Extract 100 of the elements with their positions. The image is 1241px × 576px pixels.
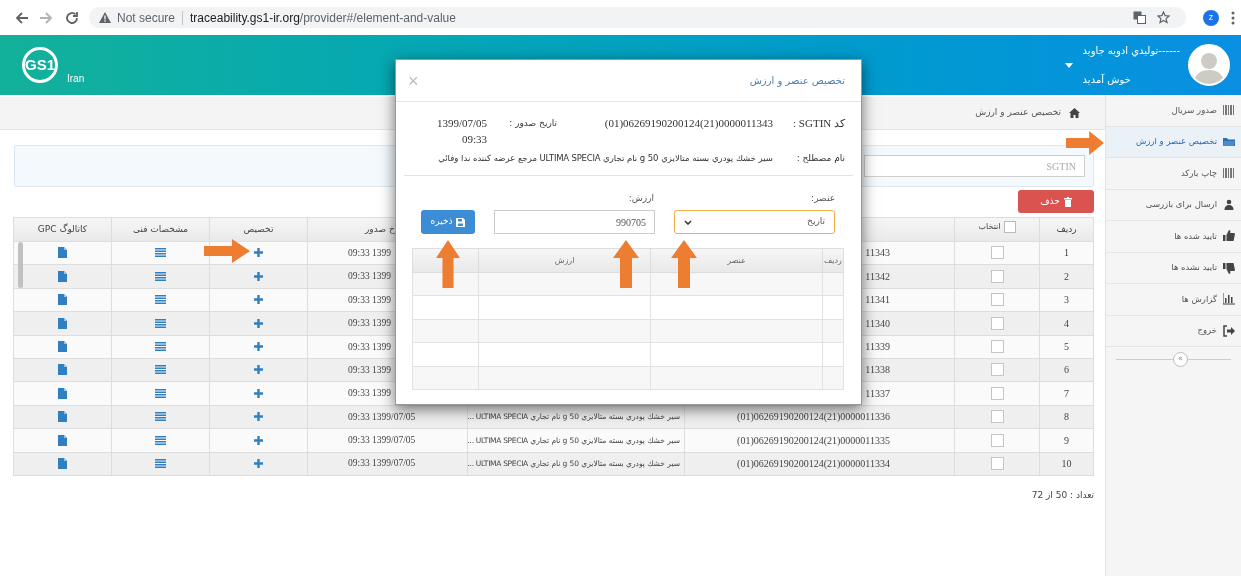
breadcrumb-text[interactable]: تخصيص عنصر و ارزش <box>975 106 1061 120</box>
list-icon[interactable] <box>155 365 166 375</box>
list-icon[interactable] <box>155 342 166 351</box>
sidebar-item[interactable]: گزارش ها <box>1106 284 1241 316</box>
chevron-icon <box>684 219 692 225</box>
date-cell: 09:33 1399/07/05 <box>348 435 416 446</box>
row-checkbox[interactable] <box>990 456 1004 470</box>
trash-icon <box>1063 196 1072 207</box>
plus-icon[interactable] <box>254 318 263 328</box>
plus-icon[interactable] <box>254 271 263 281</box>
field-label: تاريخ صدور : <box>508 117 557 130</box>
row-checkbox[interactable] <box>990 293 1004 307</box>
file-icon[interactable] <box>58 457 67 469</box>
annotation-arrow <box>1066 131 1104 155</box>
sidebar-item[interactable]: ارسال براى بازرسى <box>1106 189 1241 221</box>
file-icon[interactable] <box>58 270 67 282</box>
sgtin-cell: 11341 <box>865 294 890 306</box>
list-icon[interactable] <box>155 412 166 422</box>
file-icon[interactable] <box>58 341 67 352</box>
profile-avatar[interactable]: z <box>1203 9 1219 26</box>
file-icon[interactable] <box>58 247 67 259</box>
product-name-value: سير خشك پودري بسته متالايزي 50 g نام تجاري ULTIMA SPECIA مرجع عرضه كننده ندا وفائي <box>438 152 773 165</box>
row-checkbox[interactable] <box>990 363 1004 377</box>
sidebar-item[interactable]: تخصيص عنصر و ارزش <box>1106 126 1241 158</box>
plus-icon[interactable] <box>254 342 263 351</box>
list-icon[interactable] <box>155 458 166 468</box>
sgtin-value: (01)06269190200124(21)0000011343 <box>603 116 773 131</box>
sidebar-item[interactable]: چاپ باركد <box>1106 158 1241 190</box>
plus-icon[interactable] <box>254 458 263 468</box>
avatar[interactable] <box>1188 44 1230 86</box>
sgtin-cell: (01)06269190200124(21)0000011335 <box>737 434 890 446</box>
back-icon[interactable] <box>15 10 29 25</box>
plus-icon[interactable] <box>254 412 263 422</box>
date-cell: 09:33 1399 <box>348 247 391 258</box>
sgtin-cell: 11337 <box>865 387 890 399</box>
date-cell: 09:33 1399/07/05 <box>348 411 416 422</box>
plus-icon[interactable] <box>254 365 263 375</box>
file-icon[interactable] <box>58 434 67 446</box>
annotation-arrow <box>613 240 639 288</box>
select-all-checkbox[interactable] <box>1003 221 1016 234</box>
date-cell: 09:33 1399 <box>348 294 391 305</box>
sign-out-icon <box>1223 324 1235 337</box>
file-icon[interactable] <box>58 317 67 329</box>
row-number: 2 <box>1064 270 1069 282</box>
scrollbar-thumb[interactable] <box>18 242 23 288</box>
row-checkbox[interactable] <box>990 433 1004 447</box>
address-bar[interactable]: Not secure traceability.gs1-ir.org/provider#/element-and-value <box>89 7 1186 28</box>
list-icon[interactable] <box>155 388 166 398</box>
date-value: 1399/07/05 09:33 <box>435 116 487 147</box>
row-checkbox[interactable] <box>990 340 1004 353</box>
row-number: 3 <box>1064 294 1069 306</box>
plus-icon[interactable] <box>254 388 263 398</box>
delete-button[interactable]: حذف <box>1018 190 1094 213</box>
sidebar-item[interactable]: تاييد نشده ها <box>1106 252 1241 284</box>
list-icon[interactable] <box>155 318 166 328</box>
folder-icon <box>1223 135 1235 148</box>
save-button[interactable]: ذخيره <box>421 210 475 234</box>
field-label: عنصر: <box>811 191 835 205</box>
sidebar-item[interactable]: تاييد شده ها <box>1106 221 1241 253</box>
reload-icon[interactable] <box>65 10 79 25</box>
home-icon[interactable] <box>1069 108 1080 118</box>
plus-icon[interactable] <box>254 295 263 305</box>
file-icon[interactable] <box>58 364 67 376</box>
row-checkbox[interactable] <box>990 246 1004 260</box>
star-icon[interactable] <box>1157 11 1170 24</box>
date-cell: 09:33 1399 <box>348 341 391 352</box>
date-cell: 09:33 1399/07/05 <box>348 458 416 469</box>
list-icon[interactable] <box>155 295 166 305</box>
sidebar-item[interactable]: صدور سريال <box>1106 95 1241 127</box>
users-icon <box>1223 198 1235 211</box>
thumbs-up-icon <box>1223 230 1235 243</box>
menu-icon[interactable] <box>1231 10 1235 25</box>
plus-icon[interactable] <box>254 435 263 445</box>
row-checkbox[interactable] <box>990 269 1004 283</box>
value-input[interactable]: 990705 <box>494 210 655 234</box>
annotation-arrow <box>436 240 460 288</box>
list-icon[interactable] <box>155 435 166 445</box>
sgtin-search-field[interactable]: SGTIN <box>864 155 1085 177</box>
file-icon[interactable] <box>58 411 67 423</box>
collapse-button[interactable]: » <box>1173 351 1188 367</box>
sidebar-item[interactable]: خروج <box>1106 315 1241 347</box>
file-icon[interactable] <box>58 387 67 399</box>
row-checkbox[interactable] <box>990 410 1004 424</box>
column-header: مشخصات فنى <box>132 223 189 234</box>
forward-icon[interactable] <box>39 10 53 25</box>
sgtin-cell: 11338 <box>865 364 890 376</box>
row-checkbox[interactable] <box>990 386 1004 400</box>
thumbs-down-icon <box>1223 261 1235 274</box>
row-checkbox[interactable] <box>990 316 1004 330</box>
translate-icon[interactable] <box>1133 11 1146 24</box>
file-icon[interactable] <box>58 294 67 306</box>
row-number: 10 <box>1061 457 1072 469</box>
caret-icon[interactable] <box>1064 62 1073 68</box>
element-select[interactable]: تاريخ <box>674 210 835 234</box>
column-header: تخصيص <box>243 223 274 234</box>
plus-icon[interactable] <box>254 248 263 258</box>
list-icon[interactable] <box>155 248 166 258</box>
security-label: Not secure <box>117 9 176 27</box>
chart-icon <box>1223 293 1235 306</box>
list-icon[interactable] <box>155 271 166 281</box>
